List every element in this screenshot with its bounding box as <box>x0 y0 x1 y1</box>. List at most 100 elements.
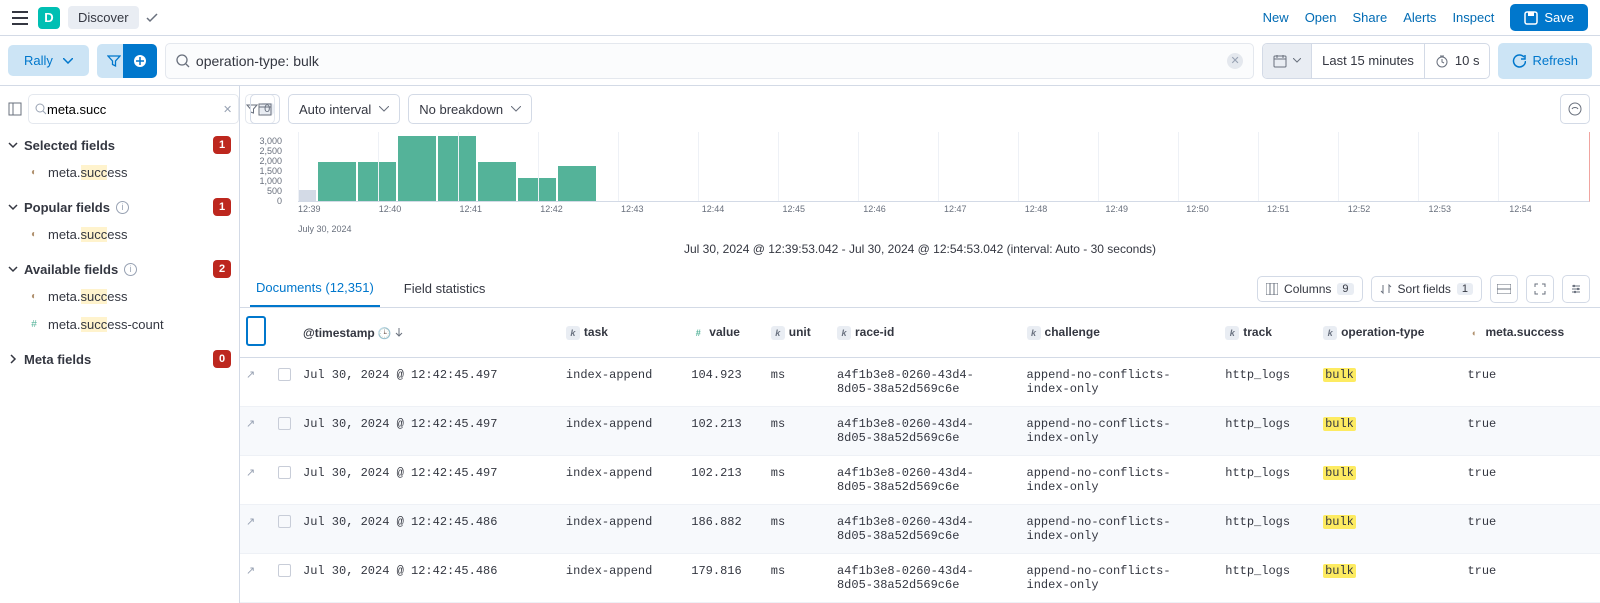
section-label: Selected fields <box>24 138 115 153</box>
cell-unit: ms <box>765 456 831 505</box>
query-input[interactable] <box>190 53 1227 69</box>
time-range-label[interactable]: Last 15 minutes <box>1312 44 1424 78</box>
sort-icon <box>1380 283 1392 295</box>
field-search-box[interactable]: ✕ <box>28 94 239 124</box>
info-icon[interactable]: i <box>116 201 129 214</box>
breakdown-selector[interactable]: No breakdown <box>408 94 532 124</box>
tab-field-statistics[interactable]: Field statistics <box>398 271 492 306</box>
cell-unit: ms <box>765 407 831 456</box>
clear-query-icon[interactable]: ✕ <box>1227 53 1243 69</box>
fullscreen-button[interactable] <box>1526 275 1554 303</box>
refresh-button[interactable]: Refresh <box>1498 43 1592 79</box>
add-filter-button[interactable] <box>123 44 157 78</box>
row-checkbox[interactable] <box>278 417 291 430</box>
chevron-down-icon <box>1293 58 1301 63</box>
new-link[interactable]: New <box>1263 10 1289 25</box>
x-tick: 12:47 <box>944 204 967 214</box>
col-challenge[interactable]: kchallenge <box>1021 308 1220 358</box>
histogram-chart[interactable]: 3,0002,5002,0001,5001,0005000 12:3912:40… <box>240 132 1600 234</box>
col-meta-success[interactable]: ◐meta.success <box>1461 308 1600 358</box>
histogram-bar[interactable] <box>398 136 436 201</box>
settings-button[interactable] <box>1562 275 1590 303</box>
table-row[interactable]: ↗Jul 30, 2024 @ 12:42:45.497index-append… <box>240 456 1600 505</box>
lens-suggestions-button[interactable] <box>1560 94 1590 124</box>
inspect-link[interactable]: Inspect <box>1452 10 1494 25</box>
row-checkbox[interactable] <box>278 368 291 381</box>
refresh-interval[interactable]: 10 s <box>1424 44 1490 78</box>
chevron-down-icon <box>379 106 389 112</box>
col-value[interactable]: #value <box>685 308 765 358</box>
field-meta-success[interactable]: ◐ meta.success <box>8 158 231 186</box>
col-unit[interactable]: kunit <box>765 308 831 358</box>
table-row[interactable]: ↗Jul 30, 2024 @ 12:42:45.497index-append… <box>240 358 1600 407</box>
row-checkbox[interactable] <box>278 515 291 528</box>
share-link[interactable]: Share <box>1353 10 1388 25</box>
calendar-segment[interactable] <box>1263 44 1312 78</box>
row-checkbox[interactable] <box>278 564 291 577</box>
columns-button[interactable]: Columns 9 <box>1257 276 1362 302</box>
dataview-selector[interactable]: Rally <box>8 45 89 76</box>
cell-timestamp: Jul 30, 2024 @ 12:42:45.486 <box>297 505 560 554</box>
field-meta-success-count[interactable]: # meta.success-count <box>8 310 231 338</box>
save-button[interactable]: Save <box>1510 4 1588 31</box>
selected-fields-section[interactable]: Selected fields 1 <box>8 136 231 154</box>
chevron-down-icon <box>8 264 18 274</box>
col-track[interactable]: ktrack <box>1219 308 1317 358</box>
field-search-input[interactable] <box>47 102 223 117</box>
open-link[interactable]: Open <box>1305 10 1337 25</box>
sidebar-collapse-icon[interactable] <box>8 96 22 122</box>
table-row[interactable]: ↗Jul 30, 2024 @ 12:42:45.486index-append… <box>240 554 1600 603</box>
clear-field-search-icon[interactable]: ✕ <box>223 103 232 116</box>
x-tick: 12:43 <box>621 204 644 214</box>
cell-operation-type: bulk <box>1317 358 1461 407</box>
cell-race-id: a4f1b3e8-0260-43d4- 8d05-38a52d569c6e <box>831 456 1021 505</box>
save-icon <box>1524 11 1538 25</box>
meta-fields-section[interactable]: Meta fields 0 <box>8 350 231 368</box>
field-meta-success[interactable]: ◐ meta.success <box>8 220 231 248</box>
cell-task: index-append <box>560 505 685 554</box>
calendar-icon <box>1273 54 1287 68</box>
histogram-bar[interactable] <box>518 178 556 201</box>
info-icon[interactable]: i <box>124 263 137 276</box>
histogram-bar[interactable] <box>318 162 356 201</box>
expand-row-icon[interactable]: ↗ <box>246 468 255 480</box>
histogram-bar[interactable] <box>558 166 596 201</box>
field-meta-success[interactable]: ◐ meta.success <box>8 282 231 310</box>
display-options-button[interactable] <box>1490 275 1518 303</box>
available-fields-section[interactable]: Available fields i 2 <box>8 260 231 278</box>
section-count-badge: 0 <box>213 350 231 368</box>
histogram-bar[interactable] <box>358 162 396 201</box>
tab-documents[interactable]: Documents (12,351) <box>250 270 380 307</box>
time-picker[interactable]: Last 15 minutes 10 s <box>1262 43 1490 79</box>
columns-count: 9 <box>1337 283 1353 295</box>
section-count-badge: 1 <box>213 198 231 216</box>
histogram-bar[interactable] <box>438 136 476 201</box>
col-timestamp[interactable]: @timestamp🕒 <box>297 308 560 358</box>
col-race-id[interactable]: krace-id <box>831 308 1021 358</box>
histogram-bar[interactable] <box>298 190 316 201</box>
histogram-bar[interactable] <box>478 162 516 201</box>
expand-row-icon[interactable]: ↗ <box>246 370 255 382</box>
alerts-link[interactable]: Alerts <box>1403 10 1436 25</box>
expand-row-icon[interactable]: ↗ <box>246 419 255 431</box>
table-row[interactable]: ↗ Jul 30, 2024 @ 12:42:45.486index-append… <box>240 505 1600 554</box>
row-checkbox[interactable] <box>278 466 291 479</box>
expand-row-icon[interactable]: ↗ <box>246 566 255 578</box>
col-task[interactable]: ktask <box>560 308 685 358</box>
histogram-toggle-button[interactable] <box>250 94 280 124</box>
cell-meta-success: true <box>1461 505 1600 554</box>
col-operation-type[interactable]: koperation-type <box>1317 308 1461 358</box>
expand-row-icon[interactable]: ↗ <box>246 517 255 529</box>
select-all-checkbox[interactable] <box>246 316 266 346</box>
breadcrumb-discover[interactable]: Discover <box>68 6 139 29</box>
popular-fields-section[interactable]: Popular fields i 1 <box>8 198 231 216</box>
interval-label: Auto interval <box>299 102 371 117</box>
query-search-box[interactable]: ✕ <box>165 43 1254 79</box>
interval-selector[interactable]: Auto interval <box>288 94 400 124</box>
table-row[interactable]: ↗Jul 30, 2024 @ 12:42:45.497index-append… <box>240 407 1600 456</box>
sort-button[interactable]: Sort fields 1 <box>1371 276 1482 302</box>
hamburger-menu-icon[interactable] <box>12 11 28 25</box>
x-tick: 12:40 <box>379 204 402 214</box>
chevron-down-icon <box>511 106 521 112</box>
chevron-down-icon <box>63 58 73 64</box>
